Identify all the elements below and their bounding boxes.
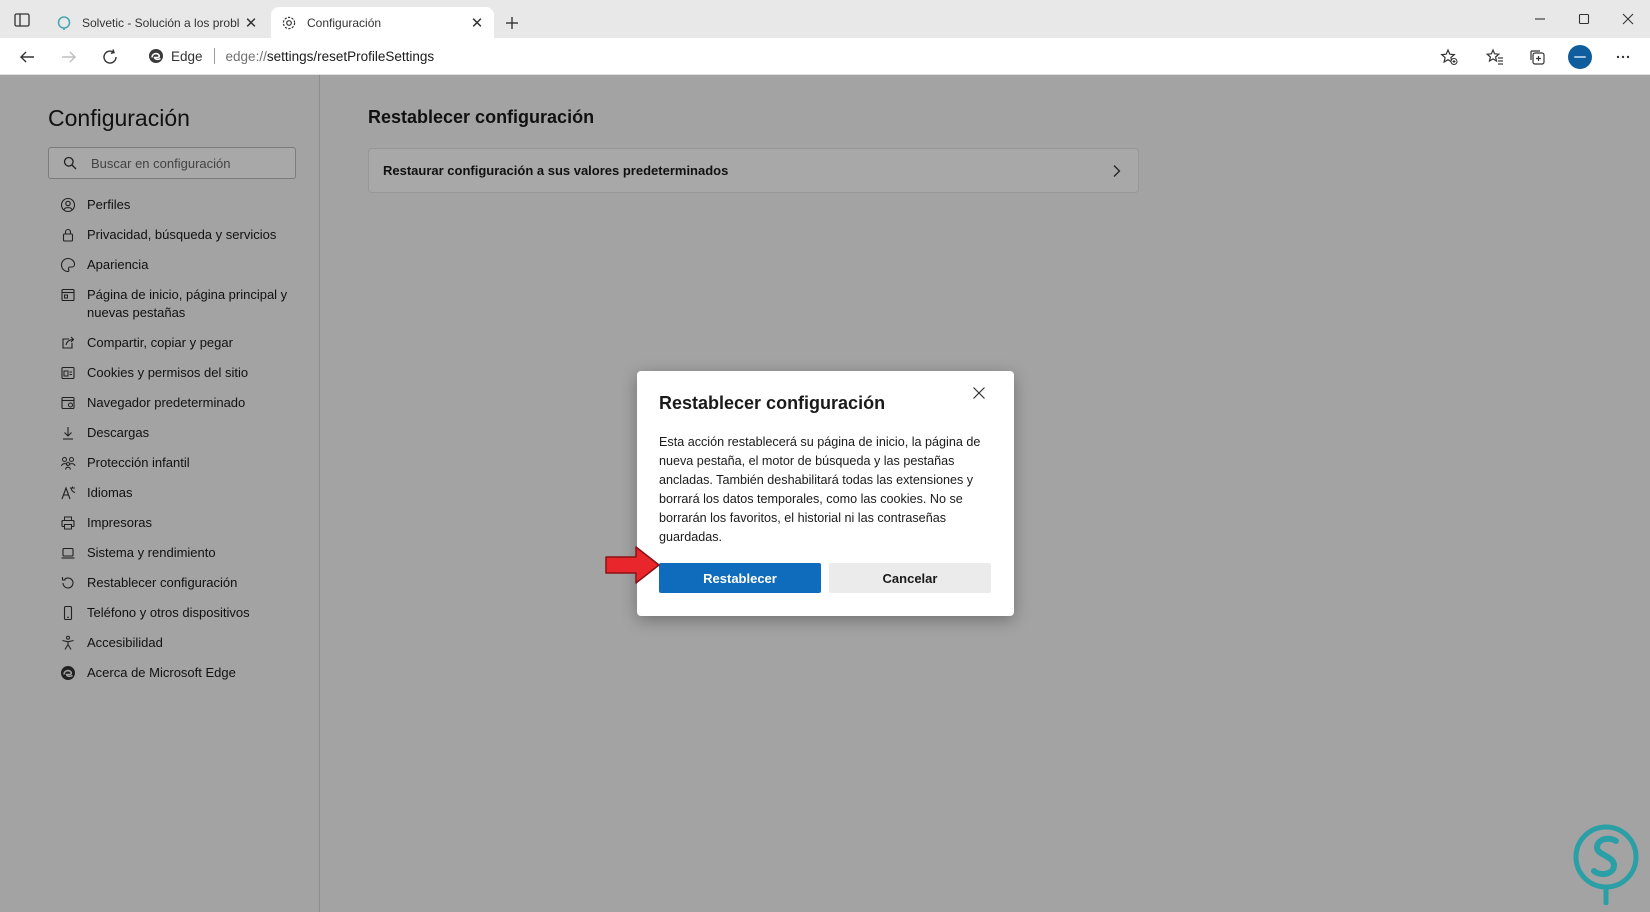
- address-bar[interactable]: Edge edge://settings/resetProfileSetting…: [136, 41, 1446, 71]
- favorites-icon[interactable]: [1480, 42, 1510, 72]
- url-scheme: edge://: [225, 48, 267, 64]
- tab-strip: Solvetic - Solución a los problem ✕ Conf…: [0, 0, 1650, 38]
- window-close-icon[interactable]: [1606, 0, 1650, 38]
- tab-solvetic[interactable]: Solvetic - Solución a los problem ✕: [44, 7, 268, 38]
- refresh-icon[interactable]: [95, 42, 125, 72]
- close-icon[interactable]: [967, 381, 991, 405]
- close-icon[interactable]: ✕: [466, 12, 488, 34]
- reset-button[interactable]: Restablecer: [659, 563, 821, 593]
- dialog-title: Restablecer configuración: [659, 393, 886, 413]
- address-toolbar: Edge edge://settings/resetProfileSetting…: [0, 38, 1650, 75]
- back-arrow-icon[interactable]: [12, 42, 42, 72]
- edge-badge: Edge: [148, 48, 203, 64]
- annotation-arrow-icon: [604, 544, 662, 586]
- tab-configuracion[interactable]: Configuración ✕: [271, 7, 494, 38]
- new-tab-icon[interactable]: [500, 11, 524, 35]
- tab-actions-icon[interactable]: [12, 10, 32, 30]
- gear-icon: [281, 15, 297, 31]
- close-icon[interactable]: ✕: [240, 12, 262, 34]
- cancel-button[interactable]: Cancelar: [829, 563, 991, 593]
- reset-settings-dialog: Restablecer configuración Esta acción re…: [637, 371, 1014, 616]
- collections-icon[interactable]: [1522, 42, 1552, 72]
- edge-logo-icon: [149, 49, 163, 63]
- add-favorite-icon[interactable]: [1434, 42, 1464, 72]
- minimize-icon[interactable]: [1518, 0, 1562, 38]
- tab-title: Solvetic - Solución a los problem: [82, 15, 240, 30]
- more-options-icon[interactable]: [1608, 42, 1638, 72]
- tab-title: Configuración: [307, 15, 382, 30]
- solvetic-favicon-icon: [56, 15, 72, 31]
- forward-arrow-icon[interactable]: [54, 42, 84, 72]
- dialog-message: Esta acción restablecerá su página de in…: [659, 435, 981, 544]
- profile-avatar[interactable]: [1568, 45, 1592, 69]
- watermark-logo-icon: [1572, 823, 1640, 906]
- maximize-icon[interactable]: [1562, 0, 1606, 38]
- url-path: settings/resetProfileSettings: [266, 48, 435, 64]
